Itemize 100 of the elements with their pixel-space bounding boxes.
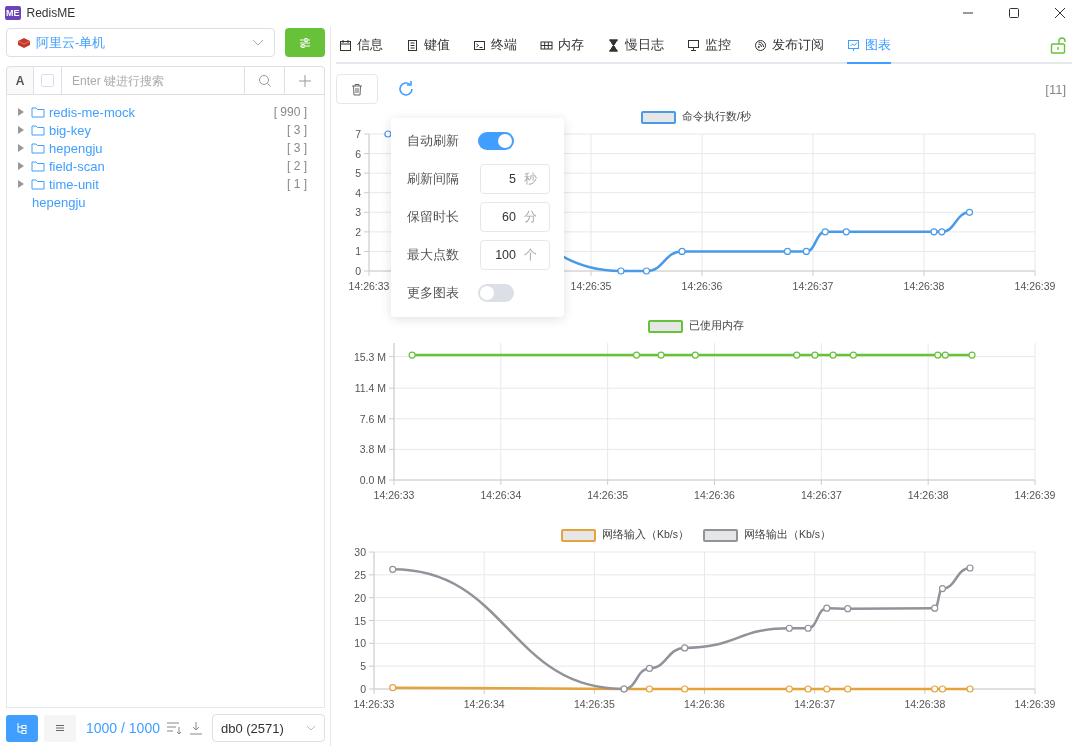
x-tick-label: 14:26:34 bbox=[480, 489, 522, 501]
caret-icon[interactable] bbox=[18, 108, 24, 116]
y-tick-label: 6 bbox=[355, 147, 361, 160]
x-tick-label: 14:26:35 bbox=[573, 698, 615, 710]
legend-label[interactable]: 网络输出（Kb/s） bbox=[744, 528, 831, 542]
search-button[interactable] bbox=[245, 66, 285, 95]
window-title: RedisME bbox=[26, 6, 76, 20]
unlocked-lock-icon[interactable] bbox=[1050, 36, 1066, 54]
search-icon bbox=[257, 73, 272, 88]
data-point bbox=[783, 247, 792, 256]
tab[interactable]: 慢日志 bbox=[607, 28, 664, 64]
x-tick-label: 14:26:39 bbox=[1014, 489, 1056, 501]
y-tick-label: 30 bbox=[354, 546, 366, 558]
tab[interactable]: 监控 bbox=[687, 28, 731, 64]
data-point bbox=[811, 351, 819, 359]
legend-label[interactable]: 命令执行数/秒 bbox=[682, 110, 751, 124]
x-tick-label: 14:26:35 bbox=[570, 280, 612, 292]
y-tick-label: 10 bbox=[354, 637, 366, 650]
folder-icon bbox=[31, 142, 45, 154]
trash-icon bbox=[351, 82, 363, 96]
number-field[interactable]: 5 秒 bbox=[480, 164, 550, 194]
caret-icon[interactable] bbox=[18, 162, 24, 170]
key-count: [ 990 ] bbox=[273, 105, 307, 119]
app-logo: ME bbox=[5, 6, 21, 20]
toggle-switch[interactable] bbox=[478, 284, 514, 302]
data-point bbox=[802, 247, 810, 256]
data-point bbox=[389, 565, 397, 573]
monitor-icon bbox=[687, 38, 700, 52]
data-point bbox=[681, 685, 689, 693]
cube-icon bbox=[17, 36, 31, 49]
search-field[interactable]: Enter 键进行搜索 bbox=[62, 66, 245, 95]
chart-icon bbox=[847, 38, 860, 52]
number-field[interactable]: 100 个 bbox=[480, 240, 550, 270]
caret-icon[interactable] bbox=[18, 180, 24, 188]
y-tick-label: 25 bbox=[354, 568, 366, 581]
add-button[interactable] bbox=[285, 66, 325, 95]
terminal-icon bbox=[473, 38, 486, 52]
refresh-icon[interactable] bbox=[396, 79, 416, 99]
close-icon[interactable] bbox=[1054, 7, 1066, 19]
legend-label[interactable]: 已使用内存 bbox=[689, 319, 744, 333]
y-tick-label: 2 bbox=[355, 225, 361, 238]
table-icon bbox=[540, 38, 553, 52]
data-point bbox=[804, 685, 812, 693]
data-point bbox=[642, 267, 651, 275]
legend-swatch[interactable] bbox=[703, 528, 738, 542]
case-toggle[interactable]: A bbox=[6, 66, 34, 95]
tab[interactable]: 键值 bbox=[406, 28, 450, 64]
number-field[interactable]: 60 分 bbox=[480, 202, 550, 232]
data-point bbox=[785, 624, 793, 632]
caret-icon[interactable] bbox=[18, 144, 24, 152]
legend-label[interactable]: 网络输入（Kb/s） bbox=[602, 528, 689, 542]
sort-icon[interactable] bbox=[165, 721, 182, 735]
y-tick-label: 15 bbox=[354, 614, 366, 627]
data-point bbox=[931, 604, 939, 612]
data-point bbox=[681, 644, 689, 652]
y-tick-label: 5 bbox=[360, 660, 366, 673]
y-tick-label: 0.0 M bbox=[359, 474, 386, 486]
caret-icon[interactable] bbox=[18, 126, 24, 134]
tab[interactable]: 内存 bbox=[540, 28, 584, 64]
database-select[interactable]: db0 (2571) bbox=[211, 714, 325, 742]
settings-button[interactable] bbox=[285, 28, 325, 57]
legend-swatch[interactable] bbox=[648, 319, 683, 333]
y-tick-label: 5 bbox=[355, 167, 361, 180]
y-tick-label: 20 bbox=[354, 591, 366, 604]
data-point bbox=[844, 605, 852, 613]
list-view-button[interactable] bbox=[44, 714, 76, 742]
data-point bbox=[966, 564, 974, 572]
tab[interactable]: 终端 bbox=[473, 28, 517, 64]
data-point bbox=[823, 685, 831, 693]
y-tick-label: 4 bbox=[355, 186, 361, 199]
key-count: [ 1 ] bbox=[287, 177, 307, 191]
folder-icon bbox=[31, 160, 45, 172]
delete-button[interactable] bbox=[336, 74, 378, 104]
tab[interactable]: 发布订阅 bbox=[754, 28, 824, 64]
document-icon bbox=[406, 38, 419, 52]
tree-view-button[interactable] bbox=[6, 714, 38, 742]
data-point bbox=[823, 604, 831, 612]
x-tick-label: 14:26:33 bbox=[373, 489, 415, 501]
setting-label: 保留时长 bbox=[407, 208, 459, 226]
x-tick-label: 14:26:34 bbox=[463, 698, 505, 710]
data-point bbox=[785, 685, 793, 693]
legend-swatch[interactable] bbox=[561, 528, 596, 542]
chevron-down-icon bbox=[252, 38, 264, 47]
legend-swatch[interactable] bbox=[641, 110, 677, 124]
checkbox[interactable] bbox=[41, 74, 54, 87]
key-count: [ 3 ] bbox=[287, 141, 307, 155]
data-point bbox=[678, 247, 686, 256]
list-icon bbox=[55, 723, 65, 733]
data-point bbox=[844, 685, 852, 693]
data-point bbox=[691, 351, 699, 359]
toggle-switch[interactable] bbox=[478, 132, 514, 150]
maximize-icon[interactable] bbox=[1008, 7, 1020, 19]
folder-icon bbox=[31, 106, 45, 118]
y-tick-label: 11.4 M bbox=[354, 382, 386, 395]
data-point bbox=[968, 351, 976, 359]
x-tick-label: 14:26:36 bbox=[681, 280, 723, 292]
folder-icon bbox=[31, 178, 45, 190]
tab[interactable]: 信息 bbox=[339, 28, 383, 64]
point-count: [11] bbox=[1045, 81, 1066, 97]
download-icon[interactable] bbox=[187, 721, 204, 735]
